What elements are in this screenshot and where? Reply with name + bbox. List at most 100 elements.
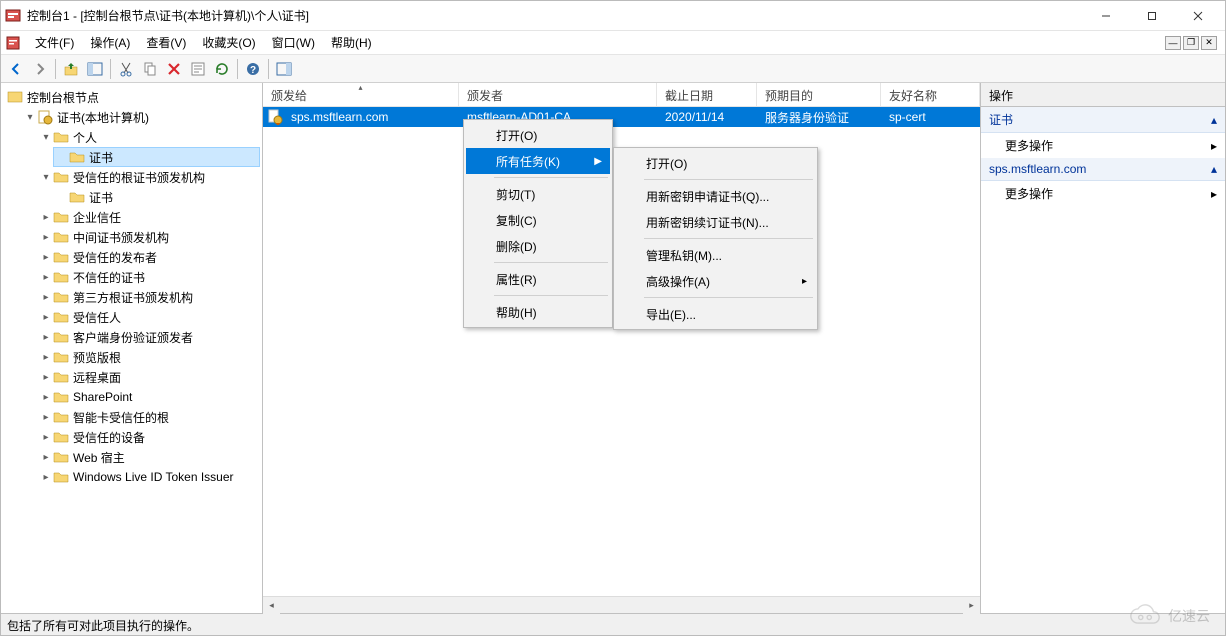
expander-icon[interactable]: ▸: [39, 470, 53, 484]
tree-item[interactable]: ▸第三方根证书颁发机构: [37, 287, 260, 307]
expander-icon[interactable]: ▸: [39, 390, 53, 404]
tree-personal-certs[interactable]: 证书: [53, 147, 260, 167]
expander-icon[interactable]: ▸: [39, 290, 53, 304]
cut-button[interactable]: [115, 58, 137, 80]
folder-icon: [53, 269, 69, 285]
mdi-close[interactable]: ✕: [1201, 36, 1217, 50]
expander-icon[interactable]: ▸: [39, 270, 53, 284]
ctx-copy[interactable]: 复制(C): [466, 207, 610, 233]
tree-item[interactable]: ▸SharePoint: [37, 387, 260, 407]
ctx-sub-manage-pk[interactable]: 管理私钥(M)...: [616, 242, 815, 268]
tree-item[interactable]: ▸受信任人: [37, 307, 260, 327]
expander-icon[interactable]: ▾: [23, 110, 37, 124]
context-submenu-all-tasks[interactable]: 打开(O) 用新密钥申请证书(Q)... 用新密钥续订证书(N)... 管理私钥…: [613, 147, 818, 330]
actions-more-1[interactable]: 更多操作 ▸: [981, 133, 1225, 158]
tree-trusted-root-ca-certs[interactable]: 证书: [53, 187, 260, 207]
ctx-sub-renew-new-key[interactable]: 用新密钥续订证书(N)...: [616, 209, 815, 235]
ctx-cut[interactable]: 剪切(T): [466, 181, 610, 207]
ctx-all-tasks[interactable]: 所有任务(K)▶: [466, 148, 610, 174]
tree-pane[interactable]: 控制台根节点 ▾ 证书(本地计算机): [1, 83, 263, 613]
tree-label: 中间证书颁发机构: [73, 229, 169, 246]
cert-store-icon: [37, 109, 53, 125]
ctx-sub-open[interactable]: 打开(O): [616, 150, 815, 176]
expander-spacer: [55, 150, 69, 164]
close-button[interactable]: [1175, 1, 1221, 31]
copy-button[interactable]: [139, 58, 161, 80]
expander-icon[interactable]: ▸: [39, 370, 53, 384]
col-friendly[interactable]: 友好名称: [881, 83, 980, 106]
col-issued-by[interactable]: 颁发者: [459, 83, 657, 106]
tree-item[interactable]: ▸智能卡受信任的根: [37, 407, 260, 427]
ctx-delete[interactable]: 删除(D): [466, 233, 610, 259]
scroll-right-icon[interactable]: ▸: [963, 597, 980, 614]
ctx-sub-export[interactable]: 导出(E)...: [616, 301, 815, 327]
ctx-sub-req-new-key[interactable]: 用新密钥申请证书(Q)...: [616, 183, 815, 209]
list-row[interactable]: sps.msftlearn.com msftlearn-AD01-CA 2020…: [263, 107, 980, 127]
tree-item[interactable]: ▸Windows Live ID Token Issuer: [37, 467, 260, 487]
tree-item[interactable]: ▸ 中间证书颁发机构: [37, 227, 260, 247]
actions-section-selected[interactable]: sps.msftlearn.com ▴: [981, 158, 1225, 181]
scroll-left-icon[interactable]: ◂: [263, 597, 280, 614]
ctx-properties[interactable]: 属性(R): [466, 266, 610, 292]
forward-button[interactable]: [29, 58, 51, 80]
menu-help[interactable]: 帮助(H): [323, 31, 380, 54]
properties-button[interactable]: [187, 58, 209, 80]
tree-item[interactable]: ▸Web 宿主: [37, 447, 260, 467]
mdi-minimize[interactable]: —: [1165, 36, 1181, 50]
ctx-sub-advanced[interactable]: 高级操作(A)▸: [616, 268, 815, 294]
tree-item[interactable]: ▸远程桌面: [37, 367, 260, 387]
tree-label: 个人: [73, 129, 97, 146]
minimize-button[interactable]: [1083, 1, 1129, 31]
action-label: 更多操作: [1005, 137, 1053, 154]
col-expires[interactable]: 截止日期: [657, 83, 757, 106]
actions-more-2[interactable]: 更多操作 ▸: [981, 181, 1225, 206]
cloud-icon: [1128, 604, 1162, 628]
menu-action[interactable]: 操作(A): [82, 31, 138, 54]
actions-section-certs[interactable]: 证书 ▴: [981, 107, 1225, 133]
tree-root[interactable]: 控制台根节点: [5, 87, 260, 107]
tree-certs-root[interactable]: ▾ 证书(本地计算机): [21, 107, 260, 127]
help-button[interactable]: ?: [242, 58, 264, 80]
expander-icon[interactable]: ▸: [39, 350, 53, 364]
delete-button[interactable]: [163, 58, 185, 80]
expander-icon[interactable]: ▸: [39, 430, 53, 444]
menu-file[interactable]: 文件(F): [27, 31, 82, 54]
actions-pane: 操作 证书 ▴ 更多操作 ▸ sps.msftlearn.com ▴ 更多操作 …: [981, 83, 1225, 613]
tree-item[interactable]: ▸受信任的发布者: [37, 247, 260, 267]
menu-favorites[interactable]: 收藏夹(O): [194, 31, 263, 54]
expander-icon[interactable]: ▸: [39, 330, 53, 344]
expander-icon[interactable]: ▸: [39, 310, 53, 324]
list-body[interactable]: sps.msftlearn.com msftlearn-AD01-CA 2020…: [263, 107, 980, 596]
ctx-open[interactable]: 打开(O): [466, 122, 610, 148]
show-hide-action-pane-button[interactable]: [273, 58, 295, 80]
refresh-button[interactable]: [211, 58, 233, 80]
up-button[interactable]: [60, 58, 82, 80]
expander-icon[interactable]: ▸: [39, 210, 53, 224]
tree-item[interactable]: ▸不信任的证书: [37, 267, 260, 287]
ctx-help[interactable]: 帮助(H): [466, 299, 610, 325]
expander-icon[interactable]: ▸: [39, 250, 53, 264]
tree-item[interactable]: ▸客户端身份验证颁发者: [37, 327, 260, 347]
menu-view[interactable]: 查看(V): [138, 31, 194, 54]
tree-personal[interactable]: ▾ 个人: [37, 127, 260, 147]
maximize-button[interactable]: [1129, 1, 1175, 31]
show-hide-tree-button[interactable]: [84, 58, 106, 80]
expander-icon[interactable]: ▸: [39, 450, 53, 464]
expander-icon[interactable]: ▾: [39, 130, 53, 144]
horizontal-scrollbar[interactable]: ◂ ▸: [263, 596, 980, 613]
expander-icon[interactable]: ▾: [39, 170, 53, 184]
menu-window[interactable]: 窗口(W): [264, 31, 323, 54]
submenu-arrow-icon: ▸: [802, 276, 807, 287]
tree-item[interactable]: ▸企业信任: [37, 207, 260, 227]
mdi-restore[interactable]: ❐: [1183, 36, 1199, 50]
expander-icon[interactable]: ▸: [39, 410, 53, 424]
expander-icon[interactable]: ▸: [39, 230, 53, 244]
context-menu[interactable]: 打开(O) 所有任务(K)▶ 剪切(T) 复制(C) 删除(D) 属性(R) 帮…: [463, 119, 613, 328]
col-purpose[interactable]: 预期目的: [757, 83, 881, 106]
tree-trusted-root-ca[interactable]: ▾ 受信任的根证书颁发机构: [37, 167, 260, 187]
tree-item[interactable]: ▸受信任的设备: [37, 427, 260, 447]
tree-item[interactable]: ▸预览版根: [37, 347, 260, 367]
back-button[interactable]: [5, 58, 27, 80]
col-issued-to[interactable]: ▴颁发给: [263, 83, 459, 106]
tree-label: 证书: [89, 149, 113, 166]
